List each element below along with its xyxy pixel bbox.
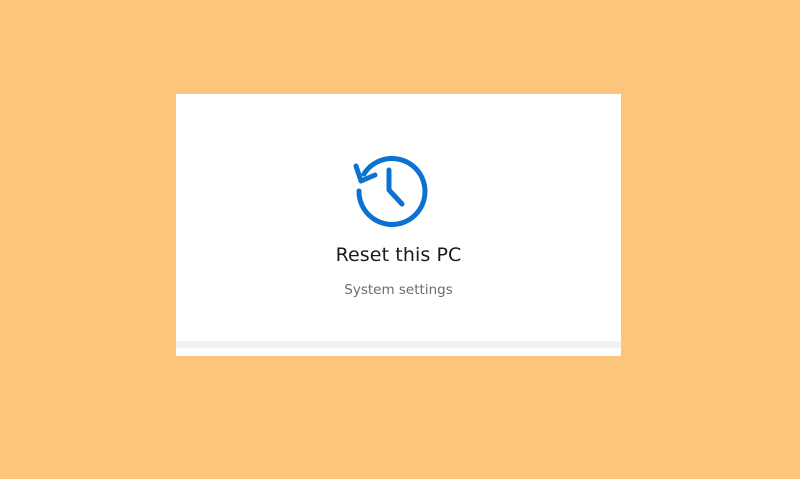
reset-this-pc-tile[interactable]: Reset this PC System settings	[176, 94, 621, 356]
tile-title: Reset this PC	[335, 244, 462, 266]
history-reset-icon	[352, 152, 430, 230]
tile-subtitle: System settings	[344, 282, 453, 298]
tile-footer-divider	[176, 341, 621, 348]
